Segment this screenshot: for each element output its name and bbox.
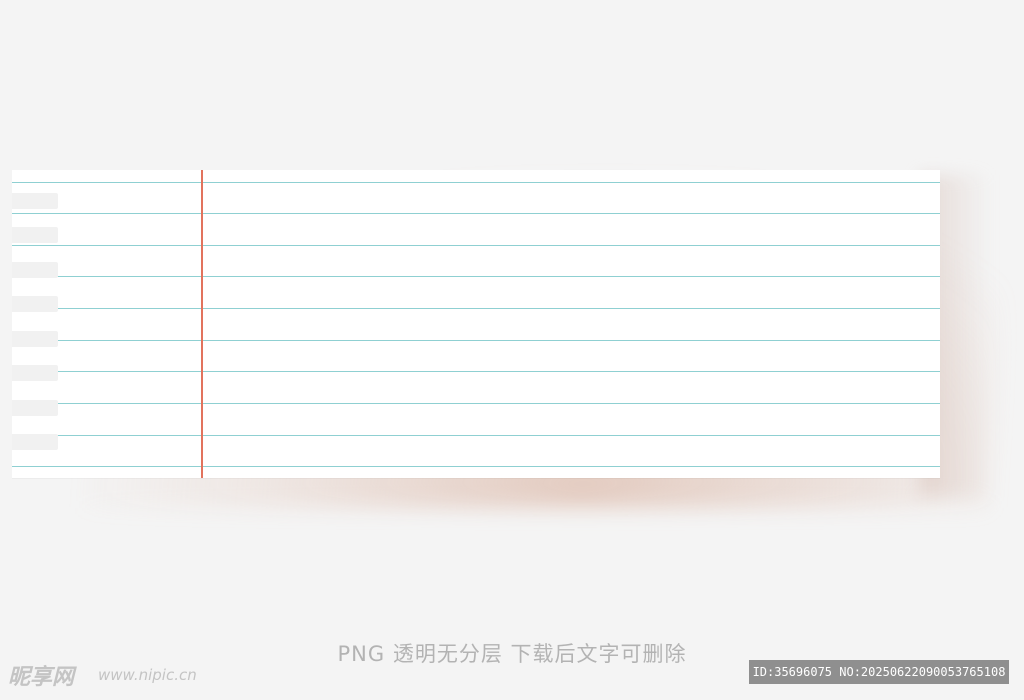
rule-line — [12, 308, 940, 309]
image-id-bar: ID:35696075 NO:20250622090053765108 — [749, 660, 1009, 684]
rule-line — [12, 276, 940, 277]
rule-line — [12, 182, 940, 183]
rule-line — [12, 245, 940, 246]
rule-line — [12, 340, 940, 341]
rule-line — [12, 466, 940, 467]
punch-hole — [12, 227, 58, 243]
lined-paper — [12, 170, 940, 478]
margin-line — [201, 170, 203, 478]
punch-hole — [12, 262, 58, 278]
punch-hole — [12, 296, 58, 312]
canvas: PNG 透明无分层 下载后文字可删除 昵享网 www.nipic.cn ID:3… — [0, 0, 1024, 700]
punch-hole — [12, 400, 58, 416]
rule-line — [12, 371, 940, 372]
rule-line — [12, 213, 940, 214]
punch-hole — [12, 193, 58, 209]
watermark-url: www.nipic.cn — [98, 666, 197, 684]
punch-hole — [12, 365, 58, 381]
rule-line — [12, 435, 940, 436]
punch-hole — [12, 434, 58, 450]
watermark-brand: 昵享网 — [8, 665, 75, 690]
rule-line — [12, 403, 940, 404]
punch-hole — [12, 331, 58, 347]
